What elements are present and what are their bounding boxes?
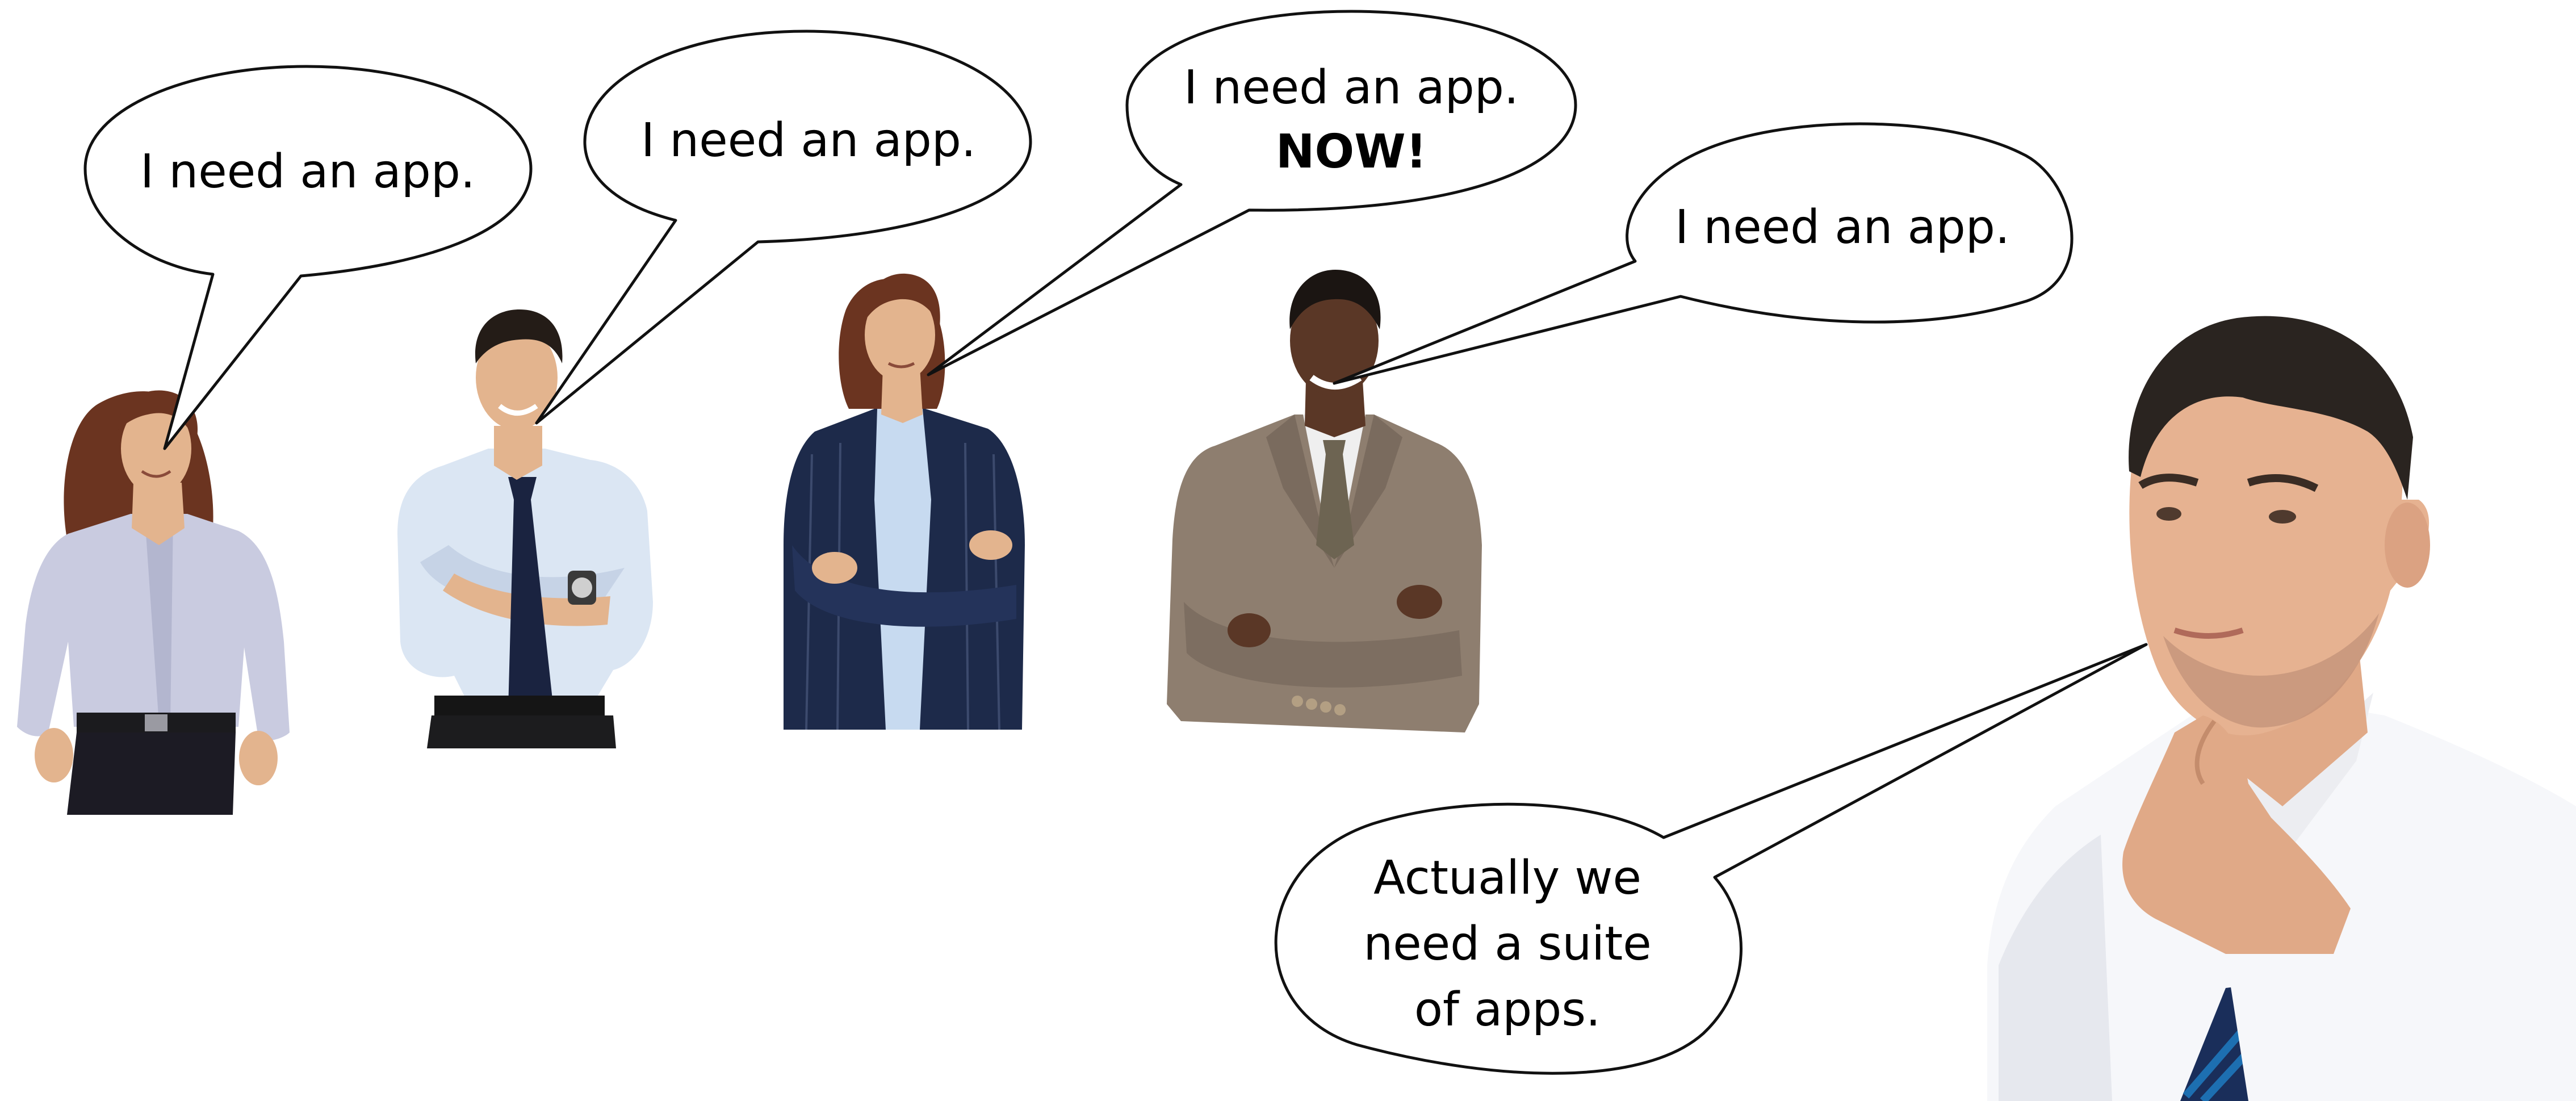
bubble-5-line-2: need a suite [1363,917,1651,971]
bubble-5-line-1: Actually we [1373,851,1641,905]
bubble-1-line-1: I need an app. [140,145,475,199]
person-man-tan-suit [1167,270,1482,732]
speech-bubble-outline [535,30,1032,425]
person-man-blue-shirt [397,309,653,748]
bubble-3-line-1: I need an app. [1184,61,1519,115]
bubble-3-line-2: NOW! [1276,125,1427,179]
bubble-4-line-1: I need an app. [1675,200,2010,254]
bubble-2-line-1: I need an app. [641,114,976,168]
svg-text:Actually we: Actually we [1373,851,1641,905]
svg-text:need a suite: need a suite [1363,917,1651,971]
svg-text:NOW!: NOW! [1276,125,1427,179]
speech-bubble-3: I need an app. NOW! [927,10,1577,376]
person-man-thinking-white-shirt [1987,316,2576,1101]
speech-bubble-2: I need an app. [535,30,1032,425]
scene: I need an app. I need an app. I need an … [17,10,2576,1101]
svg-text:I need an app.: I need an app. [1675,200,2010,254]
svg-text:I need an app.: I need an app. [1184,61,1519,115]
svg-text:I need an app.: I need an app. [641,114,976,168]
person-woman-lavender-blouse [17,390,290,815]
svg-text:of apps.: of apps. [1414,983,1601,1037]
svg-text:I need an app.: I need an app. [140,145,475,199]
bubble-5-line-3: of apps. [1414,983,1601,1037]
